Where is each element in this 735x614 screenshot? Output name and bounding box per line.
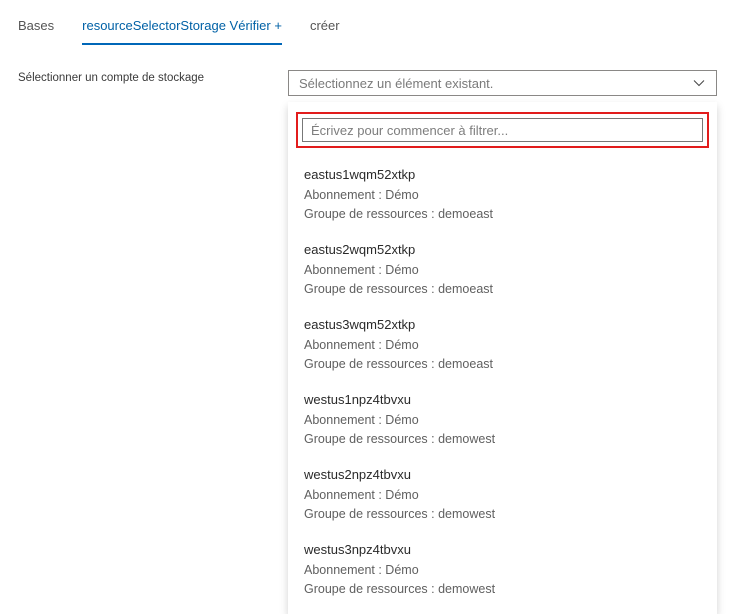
option-resource-group: Groupe de ressources : demoeast — [304, 357, 701, 371]
option-name: westus1npz4tbvxu — [304, 392, 701, 407]
filter-input[interactable] — [302, 118, 703, 142]
option-item[interactable]: eastus2wqm52xtkp Abonnement : Démo Groupe … — [288, 231, 717, 306]
option-item[interactable]: westus1npz4tbvxu Abonnement : Démo Groupe … — [288, 381, 717, 456]
filter-highlight — [296, 112, 709, 148]
option-name: eastus2wqm52xtkp — [304, 242, 701, 257]
option-item[interactable]: eastus3wqm52xtkp Abonnement : Démo Groupe … — [288, 306, 717, 381]
tabs: Bases resourceSelectorStorage Vérifier +… — [18, 18, 717, 46]
tab-create[interactable]: créer — [310, 18, 340, 43]
option-item[interactable]: westus2npz4tbvxu Abonnement : Démo Groupe … — [288, 456, 717, 531]
option-item[interactable]: eastus1wqm52xtkp Abonnement : Démo Groupe … — [288, 156, 717, 231]
option-item[interactable]: westus3npz4tbvxu Abonnement : Démo Groupe … — [288, 531, 717, 606]
options-list: eastus1wqm52xtkp Abonnement : Démo Groupe … — [288, 156, 717, 606]
option-resource-group: Groupe de ressources : demoeast — [304, 282, 701, 296]
option-name: westus2npz4tbvxu — [304, 467, 701, 482]
option-resource-group: Groupe de ressources : demoeast — [304, 207, 701, 221]
storage-dropdown: eastus1wqm52xtkp Abonnement : Démo Groupe … — [288, 102, 717, 614]
option-resource-group: Groupe de ressources : demowest — [304, 432, 701, 446]
option-subscription: Abonnement : Démo — [304, 338, 701, 352]
option-name: eastus3wqm52xtkp — [304, 317, 701, 332]
option-subscription: Abonnement : Démo — [304, 563, 701, 577]
chevron-down-icon — [692, 76, 706, 90]
option-subscription: Abonnement : Démo — [304, 488, 701, 502]
option-name: westus3npz4tbvxu — [304, 542, 701, 557]
option-name: eastus1wqm52xtkp — [304, 167, 701, 182]
option-subscription: Abonnement : Démo — [304, 413, 701, 427]
select-placeholder: Sélectionnez un élément existant. — [299, 76, 493, 91]
tab-bases[interactable]: Bases — [18, 18, 54, 43]
option-subscription: Abonnement : Démo — [304, 188, 701, 202]
option-resource-group: Groupe de ressources : demowest — [304, 582, 701, 596]
storage-account-select[interactable]: Sélectionnez un élément existant. — [288, 70, 717, 96]
option-resource-group: Groupe de ressources : demowest — [304, 507, 701, 521]
storage-account-label: Sélectionner un compte de stockage — [18, 70, 288, 84]
option-subscription: Abonnement : Démo — [304, 263, 701, 277]
tab-resource-selector[interactable]: resourceSelectorStorage Vérifier + — [82, 18, 282, 45]
